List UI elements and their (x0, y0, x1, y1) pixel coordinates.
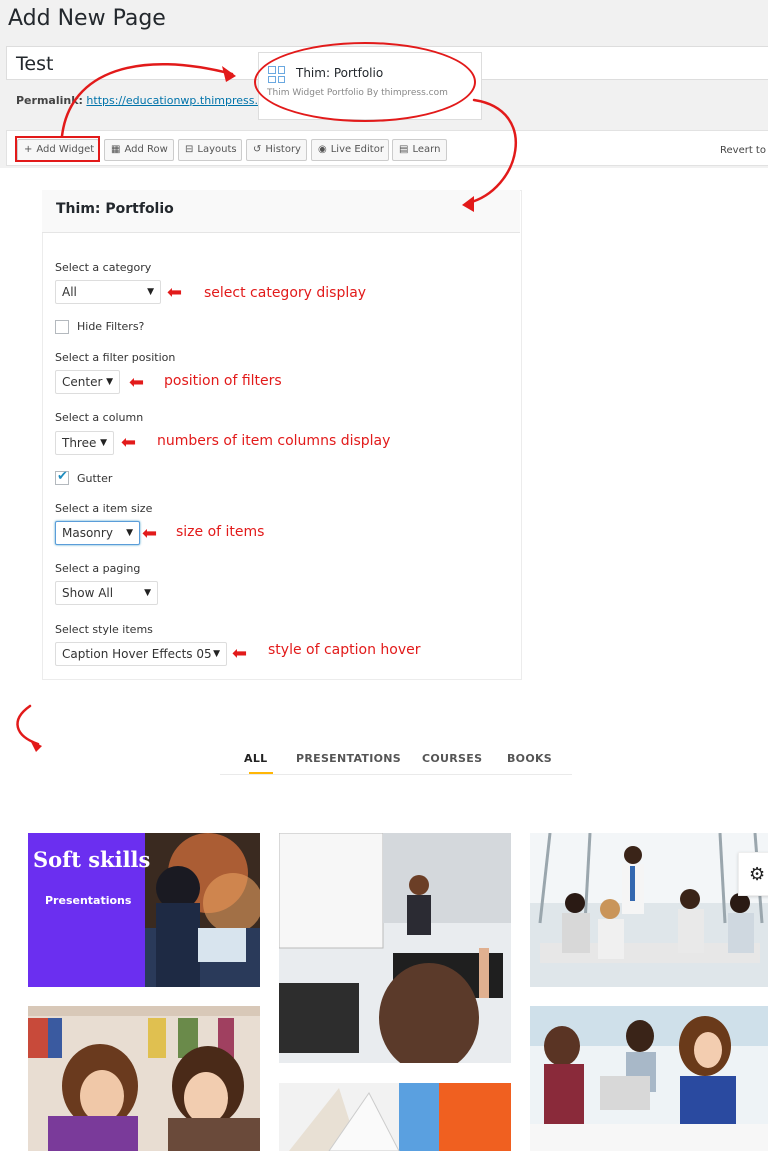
panel-title: Thim: Portfolio (56, 201, 174, 217)
annotation-arrow-icon: ⬅ (121, 432, 137, 453)
category-value: All (62, 285, 77, 299)
layouts-icon: ⊟ (185, 144, 194, 155)
settings-gear-icon[interactable]: ⚙ (738, 852, 768, 896)
chevron-down-icon: ▼ (106, 377, 113, 387)
filter-position-value: Center (62, 375, 103, 389)
widget-highlight-circle (254, 42, 476, 122)
annotation-columns: numbers of item columns display (157, 433, 391, 449)
history-label: History (265, 144, 301, 155)
students-image (530, 1006, 768, 1151)
layouts-label: Layouts (197, 144, 237, 155)
annotation-arrow-icon: ⬅ (167, 282, 183, 303)
category-select[interactable]: All ▼ (55, 280, 161, 304)
item-size-select[interactable]: Masonry ▼ (55, 521, 140, 545)
style-items-value: Caption Hover Effects 05 (62, 647, 212, 661)
annotation-hover: style of caption hover (268, 642, 421, 658)
card-subtitle: Presentations (45, 894, 132, 907)
annotation-filters: position of filters (164, 373, 282, 389)
chevron-down-icon: ▼ (100, 438, 107, 448)
portfolio-item-library[interactable] (28, 1006, 260, 1151)
column-label: Select a column (55, 411, 144, 424)
portfolio-item-meeting[interactable] (530, 833, 768, 987)
layouts-button[interactable]: ⊟ Layouts (178, 139, 242, 161)
film-icon: ▤ (399, 144, 409, 155)
history-button[interactable]: ↺ History (246, 139, 307, 161)
permalink: Permalink: https://educationwp.thimpress… (16, 94, 258, 107)
card-title: Soft skills (33, 847, 151, 872)
classroom-image (279, 833, 511, 1063)
grid-icon: ▦ (111, 144, 121, 155)
filter-books[interactable]: BOOKS (507, 752, 552, 765)
annotation-arrow-icon: ⬅ (142, 523, 158, 544)
chevron-down-icon: ▼ (144, 588, 151, 598)
hide-filters-checkbox[interactable] (55, 320, 69, 334)
annotation-size: size of items (176, 524, 265, 540)
hide-filters-label: Hide Filters? (77, 320, 145, 333)
learn-label: Learn (412, 144, 441, 155)
eye-icon: ◉ (318, 144, 327, 155)
item-size-label: Select a item size (55, 502, 153, 515)
filters-divider (220, 774, 572, 775)
add-row-label: Add Row (124, 144, 168, 155)
column-select[interactable]: Three ▼ (55, 431, 114, 455)
annotation-arrow-icon: ⬅ (232, 643, 248, 664)
annotation-category: select category display (204, 285, 367, 301)
column-value: Three (62, 436, 97, 450)
permalink-link[interactable]: https://educationwp.thimpress. (86, 94, 258, 107)
paging-value: Show All (62, 586, 114, 600)
portfolio-item-books[interactable] (279, 1083, 511, 1151)
library-image (28, 1006, 260, 1151)
item-size-value: Masonry (62, 526, 113, 540)
learn-button[interactable]: ▤ Learn (392, 139, 447, 161)
filter-presentations[interactable]: PRESENTATIONS (296, 752, 401, 765)
history-icon: ↺ (253, 144, 262, 155)
permalink-label: Permalink: (16, 94, 83, 107)
arrow-to-portfolio (16, 704, 40, 746)
revert-link[interactable]: Revert to E (720, 145, 768, 156)
category-label: Select a category (55, 261, 152, 274)
filter-position-select[interactable]: Center ▼ (55, 370, 120, 394)
check-icon: ✔ (57, 469, 68, 484)
paging-select[interactable]: Show All ▼ (55, 581, 158, 605)
live-editor-button[interactable]: ◉ Live Editor (311, 139, 389, 161)
style-items-label: Select style items (55, 623, 153, 636)
gutter-checkbox[interactable]: ✔ (55, 469, 69, 485)
filter-all[interactable]: ALL (244, 752, 267, 765)
style-items-select[interactable]: Caption Hover Effects 05 ▼ (55, 642, 227, 666)
paging-label: Select a paging (55, 562, 141, 575)
active-filter-underline (249, 772, 273, 774)
portfolio-item-students[interactable] (530, 1006, 768, 1151)
live-editor-label: Live Editor (330, 144, 384, 155)
chevron-down-icon: ▼ (147, 287, 154, 297)
filter-position-label: Select a filter position (55, 351, 176, 364)
chevron-down-icon: ▼ (126, 528, 133, 538)
meeting-image (530, 833, 768, 987)
portfolio-item-classroom[interactable] (279, 833, 511, 1063)
page-title: Add New Page (8, 6, 166, 31)
books-image (279, 1083, 511, 1151)
add-widget-highlight (15, 136, 100, 162)
chevron-down-icon: ▼ (213, 649, 220, 659)
annotation-arrow-icon: ⬅ (129, 372, 145, 393)
filter-courses[interactable]: COURSES (422, 752, 482, 765)
gutter-label: Gutter (77, 472, 113, 485)
add-row-button[interactable]: ▦ Add Row (104, 139, 174, 161)
